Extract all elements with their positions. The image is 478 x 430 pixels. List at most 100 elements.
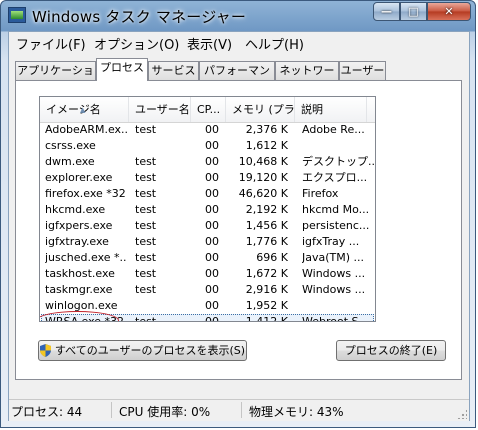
minimize-button[interactable]: — <box>373 2 400 21</box>
cell-image: jusched.exe *... <box>45 251 127 264</box>
table-row[interactable]: csrss.exe 00 1,612 K <box>40 138 375 154</box>
cell-memory: 696 K <box>256 251 288 264</box>
column-user-name[interactable]: ユーザー名 <box>129 97 191 122</box>
tab-processes[interactable]: プロセス <box>96 58 148 81</box>
status-bar: プロセス: 44 CPU 使用率: 0% 物理メモリ: 43% <box>9 399 469 421</box>
uac-shield-icon <box>39 343 51 357</box>
cell-user: test <box>135 315 157 322</box>
cell-memory: 1,456 K <box>245 219 288 232</box>
cell-cpu: 00 <box>205 171 219 184</box>
resize-grip-icon[interactable] <box>457 409 467 419</box>
table-row[interactable]: hkcmd.exe test 00 2,192 K hkcmd Mo... <box>40 202 375 218</box>
cell-description: エクスプロ... <box>302 171 368 184</box>
cell-image: dwm.exe <box>45 155 95 168</box>
cell-image: AdobeARM.ex... <box>45 123 127 136</box>
end-process-button[interactable]: プロセスの終了(E) <box>336 340 446 361</box>
tab-performance[interactable]: パフォーマンス <box>199 61 275 95</box>
table-row[interactable]: AdobeARM.ex... test 00 2,376 K Adobe Re.… <box>40 122 375 138</box>
process-list[interactable]: ▲ イメージ名 ユーザー名 CP... メモリ (プラ... 説明 AdobeA… <box>39 96 376 322</box>
column-description[interactable]: 説明 <box>295 97 367 122</box>
cell-user: test <box>135 187 157 200</box>
cell-description: persistenc... <box>302 219 370 232</box>
table-row[interactable]: taskmgr.exe test 00 2,916 K Windows ... <box>40 282 375 298</box>
cell-memory: 46,620 K <box>238 187 288 200</box>
cell-image: firefox.exe *32 <box>45 187 126 200</box>
list-header: ▲ イメージ名 ユーザー名 CP... メモリ (プラ... 説明 <box>40 97 375 123</box>
table-row[interactable]: explorer.exe test 00 19,120 K エクスプロ... <box>40 170 375 186</box>
cell-memory: 1,412 K <box>245 315 288 322</box>
cell-image: taskhost.exe <box>45 267 115 280</box>
column-cpu[interactable]: CP... <box>191 97 226 122</box>
table-row-selected[interactable]: WRSA.exe *32 test 00 1,412 K Webroot S..… <box>40 311 375 322</box>
cell-cpu: 00 <box>205 251 219 264</box>
cell-description: Webroot S... <box>302 315 370 322</box>
cell-cpu: 00 <box>205 139 219 152</box>
cell-image: igfxpers.exe <box>45 219 113 232</box>
cell-user: test <box>135 123 157 136</box>
cell-memory: 10,468 K <box>238 155 288 168</box>
table-row[interactable]: igfxpers.exe test 00 1,456 K persistenc.… <box>40 218 375 234</box>
tab-services[interactable]: サービス <box>148 61 199 80</box>
cell-memory: 2,376 K <box>245 123 288 136</box>
cell-cpu: 00 <box>205 187 219 200</box>
maximize-button[interactable]: □ <box>400 2 427 21</box>
cell-user: test <box>135 267 157 280</box>
table-row[interactable]: igfxtray.exe test 00 1,776 K igfxTray ..… <box>40 234 375 250</box>
cell-cpu: 00 <box>205 203 219 216</box>
cell-user: test <box>135 171 157 184</box>
cell-cpu: 00 <box>205 315 219 322</box>
table-row[interactable]: jusched.exe *... test 00 696 K Java(TM) … <box>40 250 375 266</box>
cell-image: csrss.exe <box>45 139 96 152</box>
cell-cpu: 00 <box>205 235 219 248</box>
status-cpu-usage: CPU 使用率: 0% <box>119 405 211 419</box>
cell-image: explorer.exe <box>45 171 113 184</box>
cell-memory: 1,612 K <box>245 139 288 152</box>
status-divider <box>241 402 242 418</box>
title-bar[interactable]: Windows タスク マネージャー — □ ✕ <box>1 1 477 31</box>
minimize-icon: — <box>381 5 392 18</box>
table-row[interactable]: winlogon.exe 00 1,952 K <box>40 298 375 314</box>
cell-memory: 1,952 K <box>245 299 288 312</box>
maximize-icon: □ <box>408 5 419 18</box>
client-area: ファイル(F) オプション(O) 表示(V) ヘルプ(H) アプリケーション プ… <box>8 31 470 421</box>
process-rows: AdobeARM.ex... test 00 2,376 K Adobe Re.… <box>40 122 375 322</box>
cell-user: test <box>135 251 157 264</box>
status-physical-memory: 物理メモリ: 43% <box>249 405 344 419</box>
status-process-count: プロセス: 44 <box>11 405 83 419</box>
cell-user: test <box>135 235 157 248</box>
task-manager-window: Windows タスク マネージャー — □ ✕ ファイル(F) オプション(O… <box>0 0 476 428</box>
column-image-name[interactable]: ▲ イメージ名 <box>40 97 129 122</box>
menu-view[interactable]: 表示(V) <box>187 34 232 53</box>
task-manager-icon <box>8 7 26 23</box>
cell-memory: 19,120 K <box>238 171 288 184</box>
cell-cpu: 00 <box>205 299 219 312</box>
cell-description: hkcmd Mo... <box>302 203 370 216</box>
tab-users[interactable]: ユーザー <box>339 61 386 80</box>
table-row[interactable]: dwm.exe test 00 10,468 K デスクトップ... <box>40 154 375 170</box>
cell-image: hkcmd.exe <box>45 203 106 216</box>
cell-description: デスクトップ... <box>302 155 374 168</box>
cell-description: Adobe Re... <box>302 123 365 136</box>
column-label: イメージ名 <box>46 103 101 116</box>
cell-memory: 1,672 K <box>245 267 288 280</box>
show-all-users-button[interactable]: すべてのユーザーのプロセスを表示(S) <box>38 340 247 361</box>
cell-image: winlogon.exe <box>45 299 118 312</box>
menu-options[interactable]: オプション(O) <box>94 34 179 53</box>
cell-user: test <box>135 219 157 232</box>
column-memory[interactable]: メモリ (プラ... <box>226 97 295 122</box>
cell-user: test <box>135 155 157 168</box>
menu-file[interactable]: ファイル(F) <box>16 34 86 53</box>
menu-help[interactable]: ヘルプ(H) <box>245 34 304 53</box>
tab-applications[interactable]: アプリケーション <box>15 61 96 95</box>
cell-description: Windows ... <box>302 283 366 296</box>
close-button[interactable]: ✕ <box>427 2 471 21</box>
close-icon: ✕ <box>444 5 454 18</box>
tab-networking[interactable]: ネットワーク <box>275 61 339 95</box>
cell-cpu: 00 <box>205 283 219 296</box>
cell-description: Firefox <box>302 187 339 200</box>
table-row[interactable]: firefox.exe *32 test 00 46,620 K Firefox <box>40 186 375 202</box>
show-all-users-label: すべてのユーザーのプロセスを表示(S) <box>54 344 246 357</box>
cell-cpu: 00 <box>205 267 219 280</box>
menu-bar: ファイル(F) オプション(O) 表示(V) ヘルプ(H) <box>9 32 469 54</box>
table-row[interactable]: taskhost.exe test 00 1,672 K Windows ... <box>40 266 375 282</box>
